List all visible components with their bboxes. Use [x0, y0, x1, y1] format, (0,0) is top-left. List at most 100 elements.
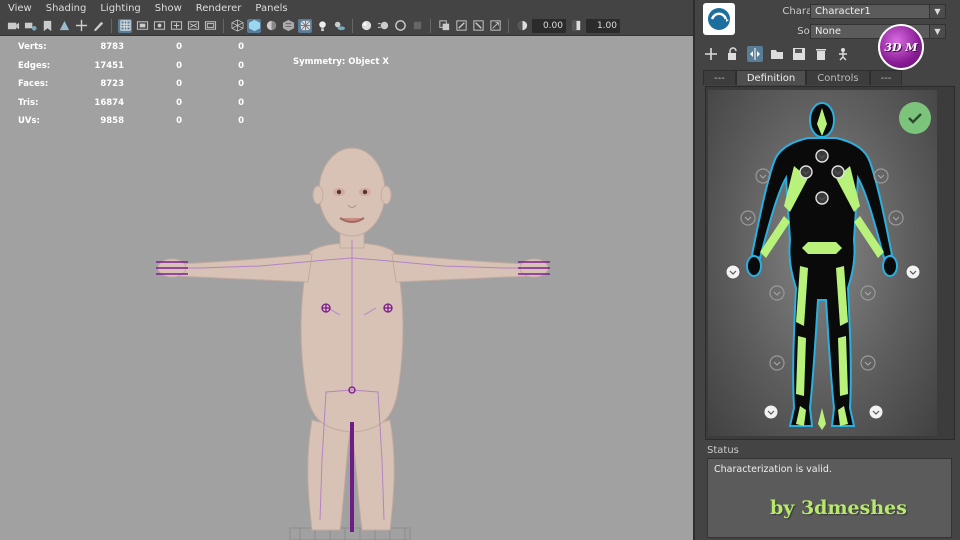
hud-label: Verts:: [18, 42, 47, 53]
hud-value: 16874: [94, 97, 124, 108]
hud-value: 0: [176, 97, 182, 108]
exposure-icon[interactable]: [515, 19, 529, 33]
grid-icon[interactable]: [118, 18, 132, 33]
status-label: Status: [707, 445, 739, 456]
save-icon[interactable]: [791, 46, 807, 62]
watermark-text: by 3dmeshes: [770, 497, 907, 519]
hud-value: 8783: [100, 42, 124, 53]
hud-value: 0: [238, 97, 244, 108]
character-model[interactable]: [140, 140, 570, 540]
toolbar-separator: [430, 18, 431, 33]
hud-label: UVs:: [18, 116, 40, 127]
hud-value: 0: [176, 60, 182, 71]
gate-mask-icon[interactable]: [169, 19, 183, 33]
panel-toolbar: [703, 46, 851, 62]
tab-controls[interactable]: Controls: [806, 70, 870, 85]
hud-label: Tris:: [18, 97, 39, 108]
shadows-icon[interactable]: [332, 19, 346, 33]
poly-count-hud: Verts: 8783 0 0 Edges: 17451 0 0 Faces: …: [18, 38, 244, 131]
mirror-icon[interactable]: [747, 46, 763, 62]
xray-active-icon[interactable]: [471, 19, 485, 33]
xray-icon[interactable]: [298, 18, 312, 33]
image-plane-icon[interactable]: [57, 19, 71, 33]
hud-value: 0: [176, 116, 182, 127]
menu-view[interactable]: View: [8, 3, 32, 14]
hud-value: 0: [238, 116, 244, 127]
pivot-axis: [350, 422, 354, 532]
anti-aliasing-icon[interactable]: [393, 19, 407, 33]
toolbar-separator: [111, 18, 112, 33]
humanik-silhouette: [725, 102, 921, 430]
default-material-icon[interactable]: [264, 19, 278, 33]
human-ik-panel: Character: Character1 ▼ Source: None ▼ 3…: [693, 0, 960, 540]
ambient-occlusion-icon[interactable]: [359, 19, 373, 33]
textured-icon[interactable]: [281, 19, 295, 33]
hud-value: 9858: [100, 116, 124, 127]
hud-value: 0: [238, 42, 244, 53]
lock-icon[interactable]: [725, 46, 741, 62]
gamma-field[interactable]: 1.00: [586, 18, 620, 33]
viewport-menubar: View Shading Lighting Show Renderer Pane…: [0, 0, 693, 16]
hud-label: Edges:: [18, 60, 51, 71]
gamma-icon[interactable]: [569, 19, 583, 33]
chevron-down-icon: ▼: [929, 5, 945, 18]
tab-end[interactable]: ---: [869, 70, 903, 85]
pencil-icon[interactable]: [91, 19, 105, 33]
bookmark-icon[interactable]: [40, 19, 54, 33]
character-skeleton-icon[interactable]: [835, 46, 851, 62]
move-tool-icon[interactable]: [74, 19, 88, 33]
watermark-badge: 3D M: [878, 24, 924, 70]
chevron-down-icon: ▼: [929, 25, 945, 38]
delete-icon[interactable]: [813, 46, 829, 62]
hud-value: 0: [176, 79, 182, 90]
smooth-shade-icon[interactable]: [247, 18, 261, 33]
depth-of-field-icon[interactable]: [410, 19, 424, 33]
camera-attr-icon[interactable]: [23, 19, 37, 33]
status-box: Characterization is valid. by 3dmeshes: [707, 458, 952, 538]
lights-icon[interactable]: [315, 19, 329, 33]
xray-joints-icon[interactable]: [454, 19, 468, 33]
toolbar-separator: [508, 18, 509, 33]
menu-show[interactable]: Show: [155, 3, 182, 14]
camera-icon[interactable]: [6, 19, 20, 33]
symmetry-readout: Symmetry: Object X: [293, 57, 389, 67]
menu-shading[interactable]: Shading: [46, 3, 87, 14]
tab-start[interactable]: ---: [703, 70, 736, 85]
viewport-panel[interactable]: View Shading Lighting Show Renderer Pane…: [0, 0, 693, 540]
hud-row-tris: Tris: 16874 0 0: [18, 94, 244, 113]
definition-view: [708, 90, 937, 436]
menu-lighting[interactable]: Lighting: [100, 3, 140, 14]
source-dropdown[interactable]: None ▼: [810, 24, 946, 39]
hud-value: 0: [176, 42, 182, 53]
exposure-field[interactable]: 0.00: [532, 18, 566, 33]
toolbar-separator: [352, 18, 353, 33]
human-ik-logo[interactable]: [703, 3, 735, 35]
viewport-toolbar: 0.00 1.00: [0, 16, 693, 36]
toolbar-separator: [223, 18, 224, 33]
wireframe-icon[interactable]: [230, 19, 244, 33]
tab-definition[interactable]: Definition: [735, 70, 807, 85]
safe-action-icon[interactable]: [203, 19, 217, 33]
film-gate-icon[interactable]: [135, 19, 149, 33]
character-dropdown[interactable]: Character1 ▼: [810, 4, 946, 19]
isolate-icon[interactable]: [437, 19, 451, 33]
hud-value: 0: [238, 79, 244, 90]
hud-row-verts: Verts: 8783 0 0: [18, 38, 244, 57]
character-dropdown-value: Character1: [815, 6, 871, 17]
hud-row-edges: Edges: 17451 0 0: [18, 57, 244, 76]
backface-culling-icon[interactable]: [488, 19, 502, 33]
menu-renderer[interactable]: Renderer: [196, 3, 242, 14]
folder-icon[interactable]: [769, 46, 785, 62]
hud-value: 0: [238, 60, 244, 71]
motion-blur-icon[interactable]: [376, 19, 390, 33]
status-message: Characterization is valid.: [714, 464, 832, 475]
menu-panels[interactable]: Panels: [255, 3, 287, 14]
hud-label: Faces:: [18, 79, 49, 90]
resolution-gate-icon[interactable]: [152, 19, 166, 33]
source-dropdown-value: None: [815, 26, 842, 37]
hud-value: 17451: [94, 60, 124, 71]
add-icon[interactable]: [703, 46, 719, 62]
field-chart-icon[interactable]: [186, 19, 200, 33]
hud-row-uvs: UVs: 9858 0 0: [18, 112, 244, 131]
hud-value: 8723: [100, 79, 124, 90]
